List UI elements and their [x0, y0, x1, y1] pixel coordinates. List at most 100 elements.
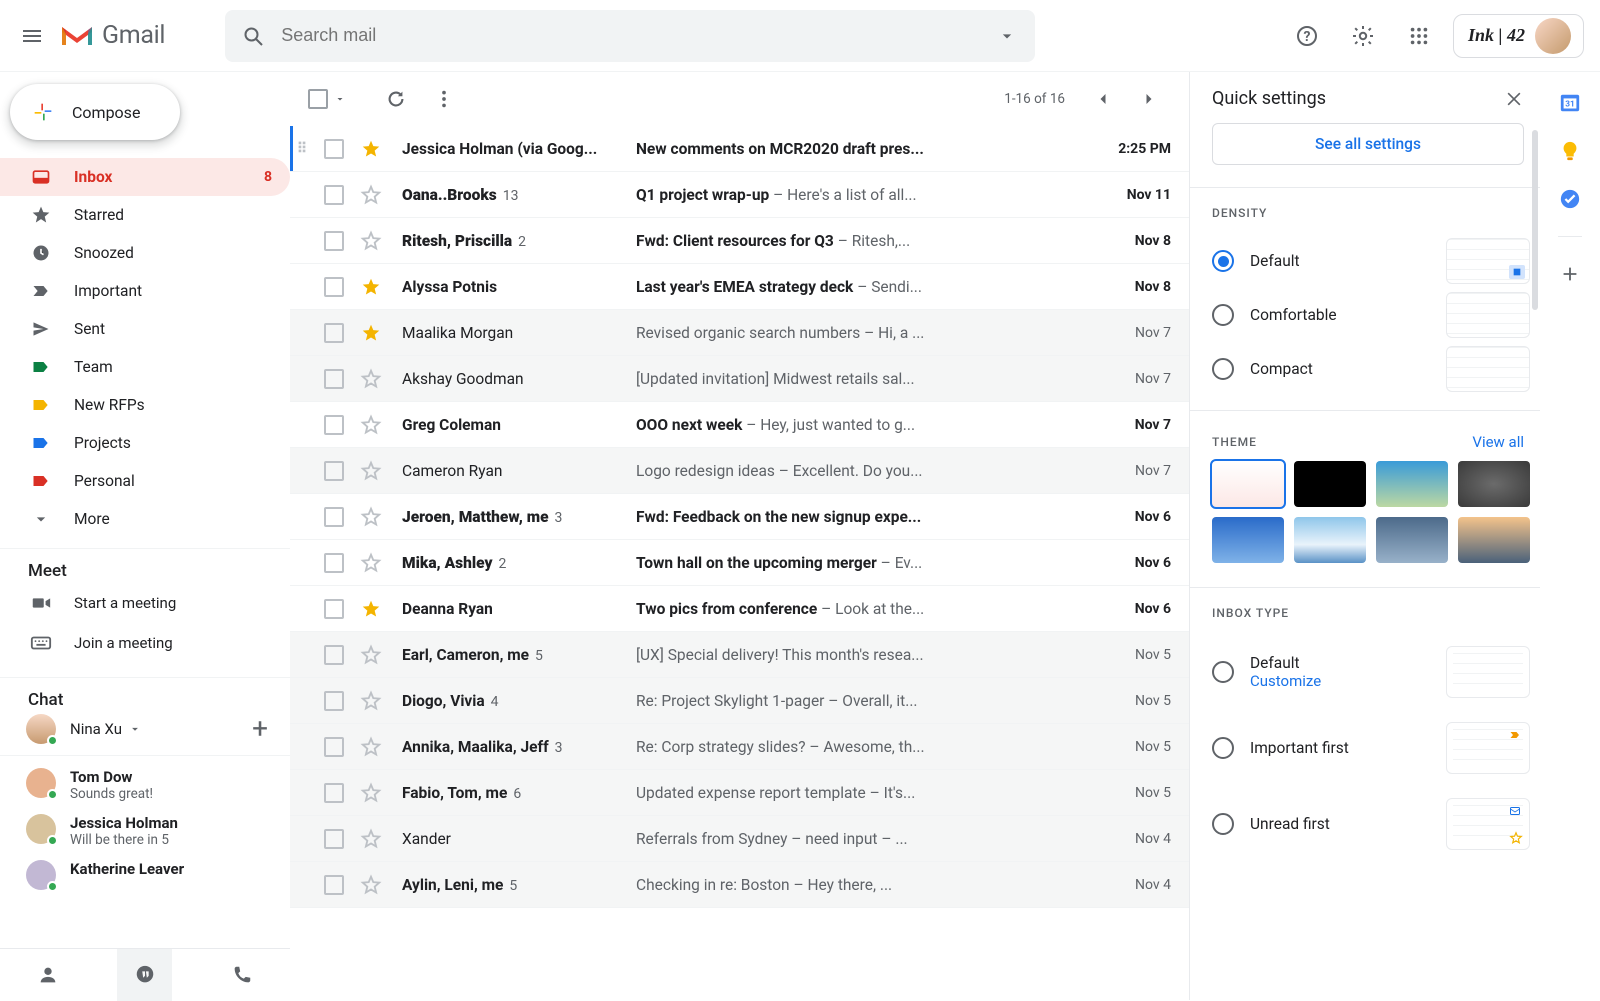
mail-checkbox[interactable] [324, 231, 344, 251]
mail-row[interactable]: ⠿ Ritesh, Priscilla2 Fwd: Client resourc… [290, 218, 1189, 264]
radio-button[interactable] [1212, 661, 1234, 683]
radio-button[interactable] [1212, 250, 1234, 272]
mail-row[interactable]: ⠿ Oana..Brooks13 Q1 project wrap-up – He… [290, 172, 1189, 218]
density-option-comfortable[interactable]: Comfortable [1212, 288, 1530, 342]
chat-contact[interactable]: Jessica HolmanWill be there in 5 [0, 808, 290, 854]
star-toggle[interactable] [360, 690, 384, 712]
search-input[interactable] [273, 25, 987, 46]
footer-contacts-icon[interactable] [21, 949, 76, 1001]
select-all-checkbox[interactable] [308, 89, 328, 109]
account-switcher[interactable]: Ink | 42 [1453, 14, 1584, 58]
start-meeting-button[interactable]: Start a meeting [0, 583, 290, 623]
mail-checkbox[interactable] [324, 737, 344, 757]
mail-row[interactable]: ⠿ Earl, Cameron, me5 [UX] Special delive… [290, 632, 1189, 678]
footer-phone-icon[interactable] [214, 949, 269, 1001]
radio-button[interactable] [1212, 813, 1234, 835]
mail-checkbox[interactable] [324, 599, 344, 619]
refresh-button[interactable] [374, 77, 418, 121]
nav-item-starred[interactable]: Starred [0, 196, 290, 234]
mail-row[interactable]: ⠿ Akshay Goodman [Updated invitation] Mi… [290, 356, 1189, 402]
nav-item-team[interactable]: Team [0, 348, 290, 386]
nav-item-more[interactable]: More [0, 500, 290, 538]
mail-row[interactable]: ⠿ Fabio, Tom, me6 Updated expense report… [290, 770, 1189, 816]
star-toggle[interactable] [360, 368, 384, 390]
star-toggle[interactable] [360, 552, 384, 574]
settings-button[interactable] [1341, 14, 1385, 58]
star-toggle[interactable] [360, 506, 384, 528]
customize-link[interactable]: Customize [1250, 672, 1430, 690]
mail-checkbox[interactable] [324, 783, 344, 803]
mail-checkbox[interactable] [324, 829, 344, 849]
nav-item-inbox[interactable]: Inbox 8 [0, 158, 290, 196]
nav-item-personal[interactable]: Personal [0, 462, 290, 500]
compose-button[interactable]: Compose [10, 84, 180, 140]
main-menu-button[interactable] [8, 12, 56, 60]
mail-checkbox[interactable] [324, 553, 344, 573]
settings-scrollbar[interactable] [1532, 130, 1538, 310]
star-toggle[interactable] [360, 230, 384, 252]
chat-contact[interactable]: Tom DowSounds great! [0, 762, 290, 808]
mail-row[interactable]: ⠿ Mika, Ashley2 Town hall on the upcomin… [290, 540, 1189, 586]
star-toggle[interactable] [360, 460, 384, 482]
star-toggle[interactable] [360, 874, 384, 896]
see-all-settings-button[interactable]: See all settings [1212, 123, 1524, 165]
mail-row[interactable]: ⠿ Alyssa Potnis Last year's EMEA strateg… [290, 264, 1189, 310]
density-option-compact[interactable]: Compact [1212, 342, 1530, 396]
mail-checkbox[interactable] [324, 507, 344, 527]
keep-app-icon[interactable] [1559, 140, 1581, 162]
footer-hangouts-icon[interactable] [117, 949, 172, 1001]
mail-checkbox[interactable] [324, 369, 344, 389]
mail-checkbox[interactable] [324, 277, 344, 297]
mail-checkbox[interactable] [324, 875, 344, 895]
nav-item-projects[interactable]: Projects [0, 424, 290, 462]
new-chat-button[interactable]: + [252, 712, 268, 745]
chat-self-row[interactable]: Nina Xu + [0, 712, 290, 745]
support-button[interactable]: ? [1285, 14, 1329, 58]
star-toggle[interactable] [360, 138, 384, 160]
nav-item-new rfps[interactable]: New RFPs [0, 386, 290, 424]
star-toggle[interactable] [360, 598, 384, 620]
mail-row[interactable]: ⠿ Annika, Maalika, Jeff3 Re: Corp strate… [290, 724, 1189, 770]
mail-row[interactable]: ⠿ Greg Coleman OOO next week – Hey, just… [290, 402, 1189, 448]
mail-checkbox[interactable] [324, 323, 344, 343]
search-options-dropdown[interactable] [987, 16, 1027, 56]
star-toggle[interactable] [360, 322, 384, 344]
mail-row[interactable]: ⠿ Xander Referrals from Sydney – need in… [290, 816, 1189, 862]
mail-row[interactable]: ⠿ Deanna Ryan Two pics from conference –… [290, 586, 1189, 632]
mail-checkbox[interactable] [324, 691, 344, 711]
mail-row[interactable]: ⠿ Jeroen, Matthew, me3 Fwd: Feedback on … [290, 494, 1189, 540]
mail-row[interactable]: ⠿ Jessica Holman (via Goog... New commen… [290, 126, 1189, 172]
inbox-type-unread-first[interactable]: Unread first [1212, 786, 1530, 862]
inbox-type-important-first[interactable]: Important first [1212, 710, 1530, 786]
density-option-default[interactable]: Default [1212, 234, 1530, 288]
nav-item-important[interactable]: Important [0, 272, 290, 310]
radio-button[interactable] [1212, 304, 1234, 326]
mail-checkbox[interactable] [324, 139, 344, 159]
theme-view-all-link[interactable]: View all [1472, 433, 1524, 451]
calendar-app-icon[interactable]: 31 [1559, 92, 1581, 114]
inbox-type-default[interactable]: DefaultCustomize [1212, 634, 1530, 710]
theme-tile[interactable] [1294, 517, 1366, 563]
tasks-app-icon[interactable] [1559, 188, 1581, 210]
star-toggle[interactable] [360, 184, 384, 206]
close-settings-button[interactable] [1504, 89, 1524, 109]
drag-handle-icon[interactable]: ⠿ [290, 141, 314, 157]
mail-checkbox[interactable] [324, 415, 344, 435]
search-bar[interactable] [225, 10, 1035, 62]
nav-item-sent[interactable]: Sent [0, 310, 290, 348]
add-apps-button[interactable] [1559, 263, 1581, 285]
star-toggle[interactable] [360, 736, 384, 758]
theme-tile[interactable] [1294, 461, 1366, 507]
theme-tile[interactable] [1458, 517, 1530, 563]
theme-tile[interactable] [1376, 461, 1448, 507]
select-all-dropdown[interactable] [334, 93, 346, 105]
chat-contact[interactable]: Katherine Leaver [0, 854, 290, 896]
theme-tile[interactable] [1376, 517, 1448, 563]
join-meeting-button[interactable]: Join a meeting [0, 623, 290, 663]
theme-tile[interactable] [1212, 461, 1284, 507]
star-toggle[interactable] [360, 782, 384, 804]
star-toggle[interactable] [360, 828, 384, 850]
mail-row[interactable]: ⠿ Diogo, Vivia4 Re: Project Skylight 1-p… [290, 678, 1189, 724]
star-toggle[interactable] [360, 414, 384, 436]
gmail-logo[interactable]: Gmail [60, 21, 165, 50]
